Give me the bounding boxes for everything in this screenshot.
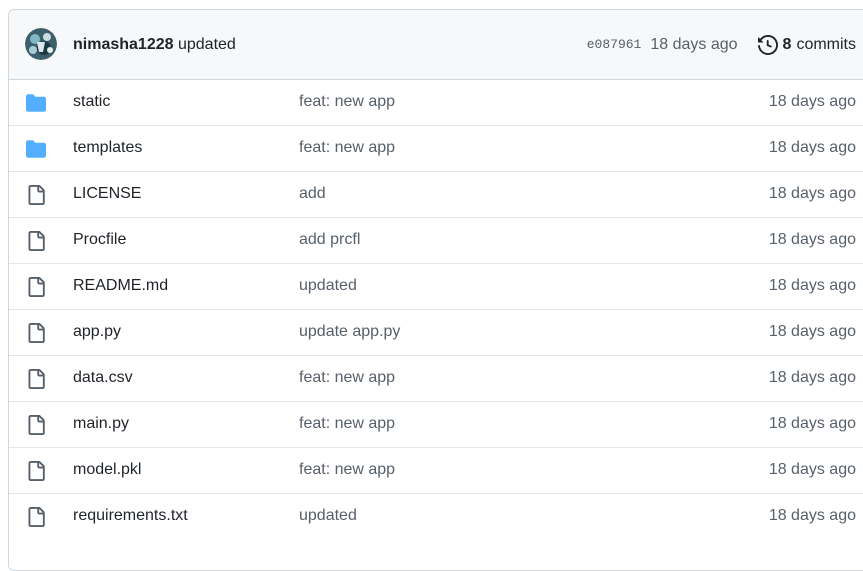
file-name-link[interactable]: main.py: [73, 415, 129, 433]
file-browser: nimasha1228 updated e087961 18 days ago …: [8, 9, 863, 571]
file-commit-age: 18 days ago: [768, 369, 856, 386]
file-row[interactable]: app.py update app.py 18 days ago: [9, 309, 863, 355]
file-commit-message-link[interactable]: feat: new app: [299, 369, 395, 387]
file-icon: [26, 507, 46, 527]
file-row[interactable]: requirements.txt updated 18 days ago: [9, 493, 863, 539]
file-icon: [26, 231, 46, 251]
file-commit-message-link[interactable]: feat: new app: [299, 415, 395, 433]
file-row[interactable]: templates feat: new app 18 days ago: [9, 125, 863, 171]
file-commit-message-link[interactable]: add: [299, 185, 326, 203]
file-name-link[interactable]: app.py: [73, 323, 121, 341]
commit-age: 18 days ago: [650, 36, 738, 53]
commit-sha-link[interactable]: e087961: [587, 35, 642, 55]
file-commit-age: 18 days ago: [768, 507, 856, 524]
avatar[interactable]: [25, 28, 57, 60]
file-commit-age: 18 days ago: [768, 415, 856, 432]
file-commit-age: 18 days ago: [768, 461, 856, 478]
file-commit-age: 18 days ago: [768, 185, 856, 202]
file-row[interactable]: Procfile add prcfl 18 days ago: [9, 217, 863, 263]
commit-meta: e087961 18 days ago 8 commits: [587, 35, 856, 55]
file-name-link[interactable]: static: [73, 93, 110, 111]
file-commit-message-link[interactable]: feat: new app: [299, 461, 395, 479]
file-icon: [26, 185, 46, 205]
file-name-link[interactable]: data.csv: [73, 369, 133, 387]
file-icon: [26, 369, 46, 389]
file-row[interactable]: model.pkl feat: new app 18 days ago: [9, 447, 863, 493]
file-row[interactable]: main.py feat: new app 18 days ago: [9, 401, 863, 447]
file-commit-message-link[interactable]: add prcfl: [299, 231, 360, 249]
folder-icon: [26, 139, 46, 159]
file-commit-age: 18 days ago: [768, 231, 856, 248]
file-name-link[interactable]: templates: [73, 139, 142, 157]
commit-author-line: nimasha1228 updated: [73, 35, 236, 55]
file-icon: [26, 323, 46, 343]
file-icon: [26, 415, 46, 435]
folder-icon: [26, 93, 46, 113]
commit-count: 8: [782, 36, 792, 53]
file-commit-message-link[interactable]: updated: [299, 507, 357, 525]
file-name-link[interactable]: Procfile: [73, 231, 126, 249]
file-commit-age: 18 days ago: [768, 93, 856, 110]
file-list: static feat: new app 18 days ago templates f…: [9, 80, 863, 539]
file-commit-message-link[interactable]: feat: new app: [299, 139, 395, 157]
file-name-link[interactable]: model.pkl: [73, 461, 141, 479]
file-row[interactable]: README.md updated 18 days ago: [9, 263, 863, 309]
latest-commit-header: nimasha1228 updated e087961 18 days ago …: [9, 10, 863, 80]
file-name-link[interactable]: README.md: [73, 277, 168, 295]
file-commit-message-link[interactable]: update app.py: [299, 323, 400, 341]
commit-message-link[interactable]: updated: [178, 36, 236, 53]
file-commit-message-link[interactable]: feat: new app: [299, 93, 395, 111]
file-commit-age: 18 days ago: [768, 139, 856, 156]
file-row[interactable]: static feat: new app 18 days ago: [9, 80, 863, 125]
file-name-link[interactable]: LICENSE: [73, 185, 141, 203]
history-icon: [757, 35, 778, 55]
commits-label: commits: [796, 36, 856, 53]
file-row[interactable]: LICENSE add 18 days ago: [9, 171, 863, 217]
file-commit-age: 18 days ago: [768, 323, 856, 340]
file-row[interactable]: data.csv feat: new app 18 days ago: [9, 355, 863, 401]
commit-author-link[interactable]: nimasha1228: [73, 36, 174, 53]
file-icon: [26, 461, 46, 481]
commits-history-link[interactable]: 8 commits: [757, 35, 856, 55]
file-commit-age: 18 days ago: [768, 277, 856, 294]
file-name-link[interactable]: requirements.txt: [73, 507, 188, 525]
file-commit-message-link[interactable]: updated: [299, 277, 357, 295]
file-icon: [26, 277, 46, 297]
